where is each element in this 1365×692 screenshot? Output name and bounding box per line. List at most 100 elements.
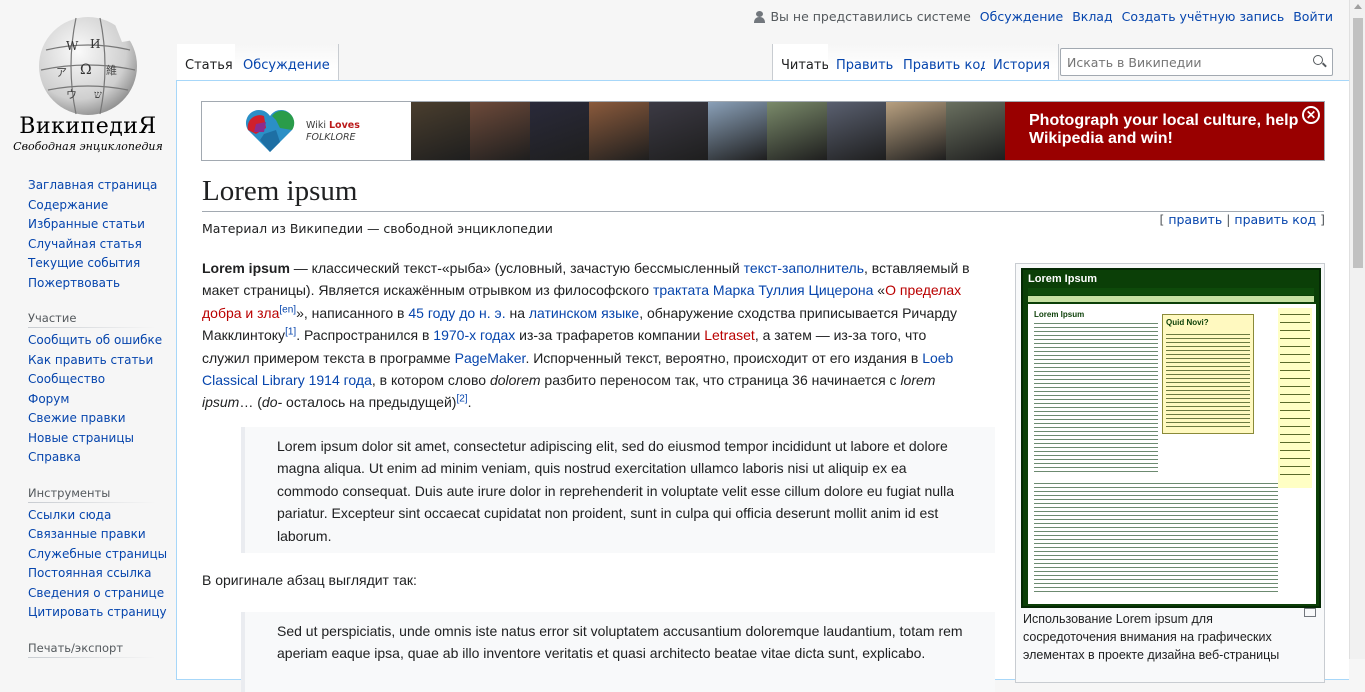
svg-text:ウ: ウ xyxy=(66,88,77,101)
sidebar-participation: Сообщить об ошибке Как править статьи Со… xyxy=(0,331,176,468)
sidebar-item-help[interactable]: Справка xyxy=(28,448,176,468)
wikipedia-logo[interactable]: W И Ω ア 維 ウ ש ВикипедиЯ Свободная энцикл… xyxy=(0,0,176,160)
sidebar-navigation: Заглавная страница Содержание Избранные … xyxy=(0,176,176,293)
banner-photo xyxy=(945,102,1006,160)
sidebar-item-help-edit[interactable]: Как править статьи xyxy=(28,351,176,371)
sidebar-item-current-events[interactable]: Текущие события xyxy=(28,254,176,274)
mock-news-text xyxy=(1166,333,1250,429)
banner-photo xyxy=(470,102,530,160)
mock-sidebar xyxy=(1278,308,1312,488)
lead-paragraph: Lorem ipsum — классический текст-«рыба» … xyxy=(202,260,970,411)
1970s-link[interactable]: 1970-х годах xyxy=(433,327,515,343)
vertical-scrollbar[interactable] xyxy=(1349,0,1365,659)
cicero-treatise-link[interactable]: трактата Марка Туллия Цицерона xyxy=(653,282,873,298)
tab-article[interactable]: Статья xyxy=(177,44,242,80)
wiki-loves-folklore-logo: Wiki Loves FOLKLORE xyxy=(202,102,411,160)
mock-site-title: Lorem Ipsum xyxy=(1028,273,1098,285)
search-icon[interactable] xyxy=(1306,49,1332,75)
talk-link[interactable]: Обсуждение xyxy=(980,9,1063,24)
sidebar-tools: Ссылки сюда Связанные правки Служебные с… xyxy=(0,506,176,623)
search-input[interactable] xyxy=(1061,53,1306,71)
svg-text:И: И xyxy=(90,37,100,51)
ref-1[interactable]: [1] xyxy=(285,327,296,338)
print-export-heading: Печать/экспорт xyxy=(0,641,176,657)
sidebar-item-page-info[interactable]: Сведения о странице xyxy=(28,584,176,604)
year-45bc-link[interactable]: 45 году до н. э. xyxy=(408,305,505,321)
original-intro-text: В оригинале абзац выглядит так: xyxy=(202,572,417,588)
campaign-banner[interactable]: Wiki Loves FOLKLORE Photograph your loca… xyxy=(201,101,1325,161)
sidebar-item-new-pages[interactable]: Новые страницы xyxy=(28,429,176,449)
sidebar-item-main-page[interactable]: Заглавная страница xyxy=(28,176,176,196)
login-link[interactable]: Войти xyxy=(1293,9,1333,24)
sidebar: Заглавная страница Содержание Избранные … xyxy=(0,176,176,661)
puzzle-heart-icon xyxy=(245,109,295,152)
ref-2[interactable]: [2] xyxy=(456,394,467,405)
site-subtitle: Материал из Википедии — свободной энцикл… xyxy=(202,221,553,236)
letraset-link[interactable]: Letraset xyxy=(704,327,755,343)
latin-language-link[interactable]: латинском языке xyxy=(529,305,639,321)
edit-source-link[interactable]: править код xyxy=(1234,212,1316,227)
sidebar-item-forum[interactable]: Форум xyxy=(28,390,176,410)
banner-message[interactable]: Photograph your local culture, help Wiki… xyxy=(1005,102,1324,160)
blockquote-original: Sed ut perspiciatis, unde omnis iste nat… xyxy=(241,612,995,692)
banner-photo xyxy=(826,102,887,160)
banner-photo xyxy=(589,102,649,160)
sidebar-item-contents[interactable]: Содержание xyxy=(28,196,176,216)
tools-heading: Инструменты xyxy=(0,486,176,502)
mock-heading-2: Quid Novi? xyxy=(1166,318,1209,327)
sidebar-item-related-changes[interactable]: Связанные правки xyxy=(28,525,176,545)
svg-text:ש: ש xyxy=(94,88,102,101)
tab-talk[interactable]: Обсуждение xyxy=(235,44,339,80)
banner-photo xyxy=(767,102,827,160)
pagemaker-link[interactable]: PageMaker xyxy=(455,350,526,366)
sidebar-item-recent-changes[interactable]: Свежие правки xyxy=(28,409,176,429)
sidebar-item-random[interactable]: Случайная статья xyxy=(28,235,176,255)
anonymous-status: Вы не представились системе xyxy=(754,9,971,24)
tab-edit[interactable]: Править xyxy=(828,44,903,80)
wlf-text: Wiki Loves FOLKLORE xyxy=(306,120,360,143)
ref-en[interactable]: [en] xyxy=(279,304,296,315)
sidebar-item-report-error[interactable]: Сообщить об ошибке xyxy=(28,331,176,351)
contributions-link[interactable]: Вклад xyxy=(1072,9,1112,24)
scroll-up-arrow-icon[interactable] xyxy=(1354,4,1362,9)
svg-text:W: W xyxy=(66,39,79,53)
magnify-icon[interactable] xyxy=(1304,608,1316,617)
banner-photo xyxy=(648,102,709,160)
edit-link[interactable]: править xyxy=(1168,212,1222,227)
thumbnail-figure: Lorem Ipsum Lorem Ipsum Quid Novi? Испол… xyxy=(1015,263,1325,683)
mock-tagline-bar xyxy=(1028,288,1314,295)
banner-photo xyxy=(529,102,590,160)
logo-tagline: Свободная энциклопедия xyxy=(13,140,163,153)
sidebar-item-permanent-link[interactable]: Постоянная ссылка xyxy=(28,564,176,584)
mock-heading-1: Lorem Ipsum xyxy=(1034,310,1085,319)
personal-tools: Вы не представились системе Обсуждение В… xyxy=(754,9,1333,24)
placeholder-text-link[interactable]: текст-заполнитель xyxy=(744,260,864,276)
svg-text:Ω: Ω xyxy=(80,62,92,78)
page-title: Lorem ipsum xyxy=(202,175,1324,212)
banner-photo xyxy=(708,102,768,160)
not-logged-in-text: Вы не представились системе xyxy=(770,9,971,24)
sidebar-item-featured[interactable]: Избранные статьи xyxy=(28,215,176,235)
banner-photo xyxy=(886,102,946,160)
sidebar-item-special-pages[interactable]: Служебные страницы xyxy=(28,545,176,565)
sidebar-item-community[interactable]: Сообщество xyxy=(28,370,176,390)
mock-text-column xyxy=(1034,322,1158,472)
user-icon xyxy=(754,10,766,23)
search-box xyxy=(1060,48,1333,76)
logo-wordmark: ВикипедиЯ xyxy=(19,114,157,139)
mock-nav-bar xyxy=(1028,296,1314,302)
sidebar-item-what-links-here[interactable]: Ссылки сюда xyxy=(28,506,176,526)
thumbnail-image[interactable]: Lorem Ipsum Lorem Ipsum Quid Novi? xyxy=(1021,268,1321,608)
mock-news-box: Quid Novi? xyxy=(1162,314,1254,434)
tab-edit-source[interactable]: Править код xyxy=(895,44,999,80)
tab-history[interactable]: История xyxy=(985,44,1059,80)
sidebar-item-donate[interactable]: Пожертвовать xyxy=(28,274,176,294)
svg-text:ア: ア xyxy=(56,66,67,79)
participation-heading: Участие xyxy=(0,311,176,327)
blockquote-lorem: Lorem ipsum dolor sit amet, consectetur … xyxy=(241,427,995,553)
mock-text-footer xyxy=(1034,482,1278,592)
sidebar-item-cite[interactable]: Цитировать страницу xyxy=(28,603,176,623)
close-icon[interactable]: ✕ xyxy=(1302,106,1320,124)
scrollbar-thumb[interactable] xyxy=(1353,18,1363,268)
create-account-link[interactable]: Создать учётную запись xyxy=(1122,9,1285,24)
